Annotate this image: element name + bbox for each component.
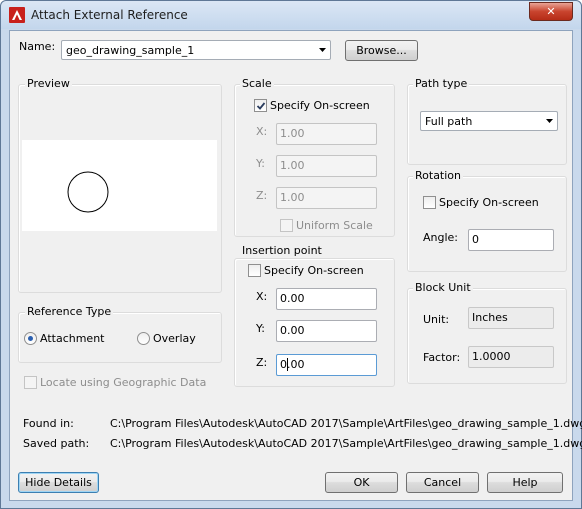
checkmark-icon <box>256 102 266 110</box>
insertion-y-label: Y: <box>256 322 265 335</box>
dialog-window: Attach External Reference ✕ Name: geo_dr… <box>0 0 582 509</box>
cancel-button[interactable]: Cancel <box>406 472 479 493</box>
scale-z-label: Z: <box>256 189 268 202</box>
scale-title: Scale <box>240 77 274 90</box>
insertion-specify-label: Specify On-screen <box>264 264 364 277</box>
angle-input[interactable]: 0 <box>468 229 554 251</box>
angle-value: 0 <box>472 233 479 246</box>
scale-x-input[interactable]: 1.00 <box>276 123 377 145</box>
insertion-y-input[interactable]: 0.00 <box>276 320 377 342</box>
text-caret <box>287 358 288 371</box>
hide-details-button[interactable]: Hide Details <box>18 472 99 493</box>
preview-title: Preview <box>25 77 72 90</box>
scale-y-label: Y: <box>256 157 265 170</box>
help-button[interactable]: Help <box>487 472 563 493</box>
block-unit-title: Block Unit <box>413 281 473 294</box>
unit-field: Inches <box>468 307 554 329</box>
saved-path-value: C:\Program Files\Autodesk\AutoCAD 2017\S… <box>110 437 582 450</box>
chevron-down-icon <box>546 119 553 123</box>
preview-canvas <box>22 140 217 231</box>
scale-x-value: 1.00 <box>280 127 305 140</box>
angle-label: Angle: <box>423 231 459 244</box>
insertion-x-value: 0.00 <box>280 292 305 305</box>
close-button[interactable]: ✕ <box>529 2 573 21</box>
reference-type-title: Reference Type <box>25 305 114 318</box>
dialog-body: Name: geo_drawing_sample_1 Browse... Pre… <box>9 30 582 501</box>
attachment-radio[interactable] <box>24 332 37 345</box>
close-icon: ✕ <box>546 5 556 18</box>
insertion-z-input[interactable]: 0.00 <box>276 354 377 376</box>
rotation-specify-label: Specify On-screen <box>439 196 539 209</box>
insertion-y-value: 0.00 <box>280 324 305 337</box>
insertion-x-input[interactable]: 0.00 <box>276 288 377 310</box>
path-type-value: Full path <box>425 115 473 128</box>
found-in-path: C:\Program Files\Autodesk\AutoCAD 2017\S… <box>110 417 582 430</box>
found-in-label: Found in: <box>23 417 74 430</box>
factor-field: 1.0000 <box>468 346 554 368</box>
factor-label: Factor: <box>423 351 461 364</box>
scale-specify-label: Specify On-screen <box>270 99 370 112</box>
name-dropdown[interactable]: geo_drawing_sample_1 <box>61 40 331 60</box>
insertion-specify-checkbox[interactable] <box>248 264 261 277</box>
scale-z-input[interactable]: 1.00 <box>276 187 377 209</box>
name-label: Name: <box>19 40 56 53</box>
geographic-data-label: Locate using Geographic Data <box>40 376 207 389</box>
insertion-z-value: 0.00 <box>280 358 305 371</box>
geographic-data-checkbox[interactable] <box>24 376 37 389</box>
insertion-x-label: X: <box>256 290 268 303</box>
path-type-dropdown[interactable]: Full path <box>420 111 558 131</box>
scale-x-label: X: <box>256 125 268 138</box>
insertion-z-label: Z: <box>256 356 268 369</box>
attachment-label: Attachment <box>40 332 105 345</box>
name-dropdown-value: geo_drawing_sample_1 <box>66 44 195 57</box>
rotation-title: Rotation <box>413 169 464 182</box>
circle-preview-icon <box>67 171 109 213</box>
factor-value: 1.0000 <box>472 350 511 363</box>
block-unit-group <box>407 288 567 384</box>
overlay-label: Overlay <box>153 332 196 345</box>
scale-z-value: 1.00 <box>280 191 305 204</box>
autocad-logo-icon <box>9 7 25 23</box>
ok-button[interactable]: OK <box>325 472 398 493</box>
scale-y-value: 1.00 <box>280 159 305 172</box>
rotation-specify-checkbox[interactable] <box>423 196 436 209</box>
unit-label: Unit: <box>423 313 450 326</box>
window-title: Attach External Reference <box>31 8 188 22</box>
unit-value: Inches <box>472 311 508 324</box>
path-type-title: Path type <box>413 77 470 90</box>
scale-specify-checkbox[interactable] <box>254 99 267 112</box>
saved-path-label: Saved path: <box>23 437 90 450</box>
overlay-radio[interactable] <box>137 332 150 345</box>
uniform-scale-label: Uniform Scale <box>296 219 373 232</box>
scale-y-input[interactable]: 1.00 <box>276 155 377 177</box>
insertion-point-title: Insertion point <box>240 244 324 257</box>
title-bar[interactable]: Attach External Reference ✕ <box>1 1 581 29</box>
uniform-scale-checkbox[interactable] <box>280 219 293 232</box>
browse-button[interactable]: Browse... <box>345 40 418 61</box>
rotation-group <box>407 176 567 272</box>
chevron-down-icon <box>319 48 326 52</box>
